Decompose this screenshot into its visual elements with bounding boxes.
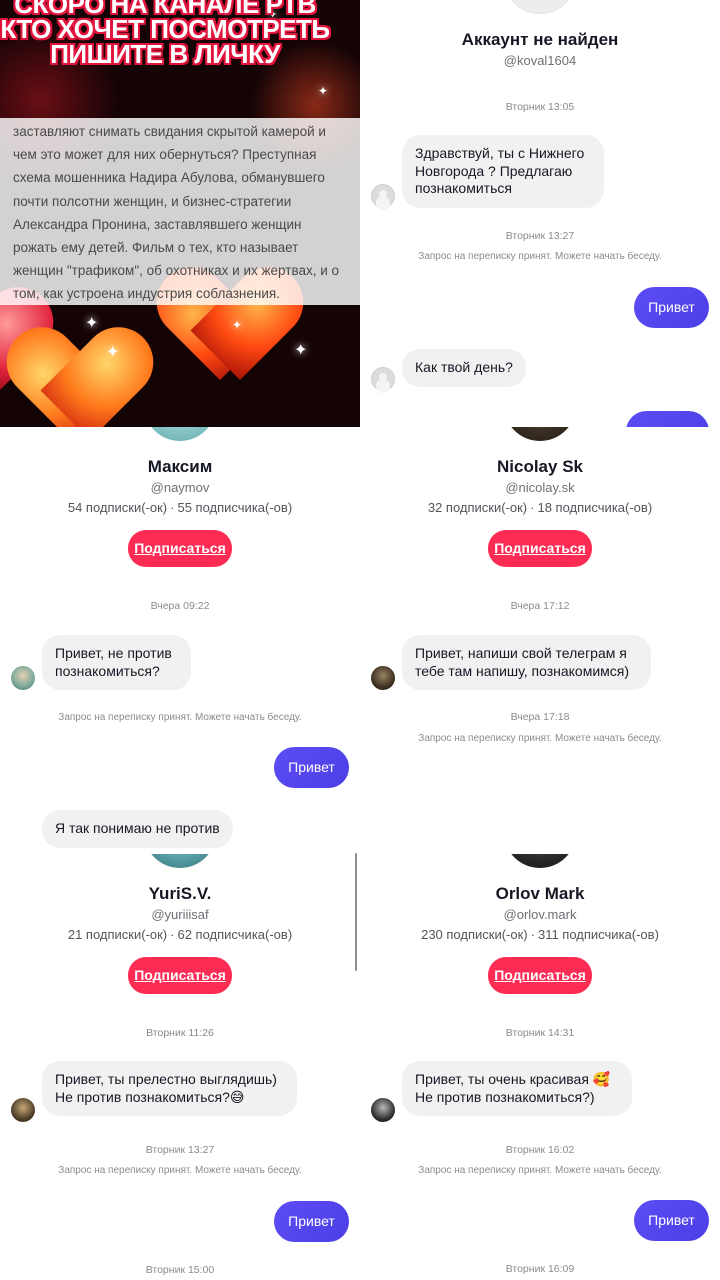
chat-orlov-mark: Orlov Mark @orlov.mark 230 подписки(-ок)… <box>360 854 720 1280</box>
message-timestamp: Вторник 16:09 <box>505 1263 575 1275</box>
following-count: 32 подписки(-ок) <box>427 500 528 515</box>
sent-message[interactable]: Привет <box>274 1201 349 1242</box>
following-count: 230 подписки(-ок) <box>421 927 528 942</box>
sent-message[interactable]: Привет <box>634 1200 709 1241</box>
sent-message-partial[interactable] <box>626 411 709 427</box>
message-timestamp: Вчера 17:12 <box>510 600 570 612</box>
profile-stats: 21 подписки(-ок) · 62 подписчика(-ов) <box>0 927 360 942</box>
followers-count: 62 подписчика(-ов) <box>177 927 293 942</box>
profile-stats: 230 подписки(-ок) · 311 подписчика(-ов) <box>360 927 720 942</box>
message-timestamp: Вторник 15:00 <box>145 1264 215 1276</box>
stat-separator: · <box>530 500 535 515</box>
request-accepted-note: Запрос на переписку принят. Можете начат… <box>418 251 662 262</box>
sender-avatar[interactable] <box>11 666 35 690</box>
received-message[interactable]: Здравствуй, ты с Нижнего Новгорода ? Пре… <box>402 135 604 208</box>
heart-decoration <box>20 330 80 390</box>
sparkle-icon: ✦ <box>106 344 120 361</box>
stat-separator: · <box>170 500 175 515</box>
sender-avatar[interactable] <box>371 367 395 391</box>
message-timestamp: Вторник 14:31 <box>505 1027 575 1039</box>
received-message[interactable]: Привет, ты прелестно выглядишь) Не проти… <box>42 1061 297 1116</box>
video-description: заставляют снимать свидания скрытой каме… <box>13 124 340 302</box>
message-timestamp: Вторник 16:02 <box>505 1144 575 1156</box>
stat-separator: · <box>170 927 175 942</box>
message-timestamp: Вчера 17:18 <box>510 711 570 723</box>
chat-yuriiisaf: YuriS.V. @yuriiisaf 21 подписки(-ок) · 62 … <box>0 854 360 1280</box>
sparkle-icon: ✦ <box>318 84 329 98</box>
profile-stats: 32 подписки(-ок) · 18 подписчика(-ов) <box>360 500 720 515</box>
message-timestamp: Вторник 13:27 <box>145 1144 215 1156</box>
profile-avatar[interactable] <box>143 854 217 868</box>
sender-avatar[interactable] <box>371 666 395 690</box>
received-message[interactable]: Я так понимаю не против <box>42 810 233 848</box>
profile-name: YuriS.V. <box>148 884 212 903</box>
sent-message[interactable]: Привет <box>274 747 349 788</box>
profile-handle: @orlov.mark <box>503 907 577 922</box>
follow-button[interactable]: Подписаться <box>488 530 592 567</box>
followers-count: 55 подписчика(-ов) <box>177 500 293 515</box>
chat-koval1604: Аккаунт не найден @koval1604 Вторник 13:… <box>360 0 720 427</box>
follow-button[interactable]: Подписаться <box>128 530 232 567</box>
followers-count: 311 подписчика(-ов) <box>537 927 659 942</box>
profile-handle: @nicolay.sk <box>505 480 575 495</box>
profile-handle: @naymov <box>150 480 210 495</box>
profile-handle: @yuriiisaf <box>151 907 209 922</box>
sender-avatar[interactable] <box>371 1098 395 1122</box>
received-message[interactable]: Привет, не против познакомиться? <box>42 635 191 690</box>
chat-nicolay-sk: Nicolay Sk @nicolay.sk 32 подписки(-ок) ·… <box>360 427 720 854</box>
profile-stats: 54 подписки(-ок) · 55 подписчика(-ов) <box>0 500 360 515</box>
message-timestamp: Вторник 13:27 <box>505 230 575 242</box>
following-count: 54 подписки(-ок) <box>67 500 168 515</box>
request-accepted-note: Запрос на переписку принят. Можете начат… <box>418 733 662 744</box>
received-message[interactable]: Привет, напиши свой телеграм я тебе там … <box>402 635 651 690</box>
follow-button[interactable]: Подписаться <box>128 957 232 994</box>
profile-avatar[interactable] <box>503 854 577 868</box>
profile-name: Orlov Mark <box>495 884 585 903</box>
received-message[interactable]: Привет, ты очень красивая 🥰 Не против по… <box>402 1061 632 1116</box>
request-accepted-note: Запрос на переписку принят. Можете начат… <box>418 1165 662 1176</box>
message-timestamp: Вчера 09:22 <box>150 600 210 612</box>
sparkle-icon: ✦ <box>85 315 99 332</box>
following-count: 21 подписки(-ок) <box>67 927 168 942</box>
profile-handle: @koval1604 <box>503 53 577 68</box>
profile-avatar[interactable] <box>503 427 577 441</box>
sender-avatar[interactable] <box>371 184 395 208</box>
video-frame[interactable]: ✦ ✦ ✦ ✦ ✦ ✦ СКОРО НА КАНАЛЕ РТВ КТО ХОЧЕ… <box>0 0 360 427</box>
request-accepted-note: Запрос на переписку принят. Можете начат… <box>58 712 302 723</box>
message-timestamp: Вторник 11:26 <box>146 1027 214 1039</box>
sparkle-icon: ✦ <box>232 318 243 332</box>
chat-naymov: Максим @naymov 54 подписки(-ок) · 55 подпи… <box>0 427 360 854</box>
profile-avatar[interactable] <box>143 427 217 441</box>
profile-name: Максим <box>147 457 213 476</box>
scrollbar[interactable] <box>355 853 357 971</box>
follow-button[interactable]: Подписаться <box>488 957 592 994</box>
profile-name: Аккаунт не найден <box>461 30 619 49</box>
sparkle-icon: ✦ <box>294 342 308 359</box>
followers-count: 18 подписчика(-ов) <box>537 500 653 515</box>
sent-message[interactable]: Привет <box>634 287 709 328</box>
profile-avatar[interactable] <box>504 0 576 14</box>
video-description-box: заставляют снимать свидания скрытой каме… <box>0 118 360 305</box>
sender-avatar[interactable] <box>11 1098 35 1122</box>
message-timestamp: Вторник 13:05 <box>505 101 575 113</box>
received-message[interactable]: Как твой день? <box>402 349 526 387</box>
stat-separator: · <box>530 927 535 942</box>
video-title-overlay: СКОРО НА КАНАЛЕ РТВ КТО ХОЧЕТ ПОСМОТРЕТЬ… <box>0 0 330 69</box>
request-accepted-note: Запрос на переписку принят. Можете начат… <box>58 1165 302 1176</box>
profile-name: Nicolay Sk <box>497 457 583 476</box>
